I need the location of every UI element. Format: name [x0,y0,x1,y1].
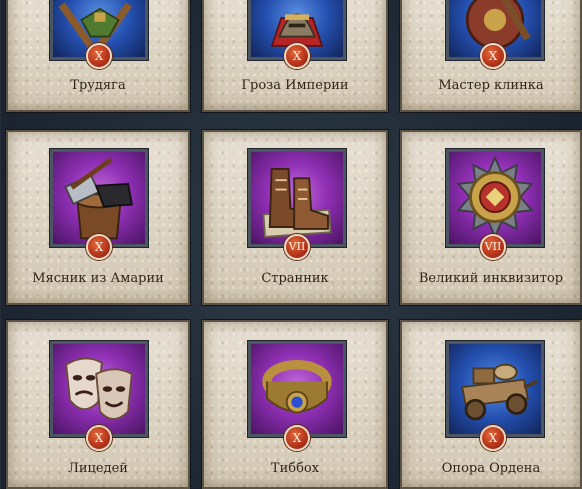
spiked-seal-icon [456,155,534,239]
achievement-card-groza-imperii[interactable]: X Гроза Империи [202,0,388,112]
butcher-block-icon [64,157,133,240]
achievement-card-strannik[interactable]: VII Странник [202,130,388,305]
achievement-name: Тиббох [270,461,320,476]
achievement-icon-frame [247,340,347,438]
achievement-name: Мясник из Амарии [32,271,164,286]
rank-badge: X [284,425,310,451]
rank-badge: X [86,234,112,260]
achievement-name: Странник [261,271,329,286]
achievement-card-master-klinka[interactable]: X Мастер клинка [400,0,582,112]
achievement-name: Великий инквизитор [418,271,564,286]
achievement-name: Трудяга [70,78,126,93]
achievement-card-velikiy-inkvizitor[interactable]: VII Великий инквизитор [400,130,582,305]
theater-masks-icon [65,357,133,420]
ring-icon [262,359,332,414]
achievement-card-tibboh[interactable]: X Тиббох [202,320,388,489]
achievement-icon-frame [445,340,545,438]
boots-icon [262,167,332,238]
supply-cart-icon [461,363,538,421]
achievement-name: Мастер клинка [438,78,544,93]
achievement-icon-frame [445,148,545,248]
achievement-card-trudyaga[interactable]: X Трудяга [6,0,190,112]
rank-badge: VII [284,234,310,260]
rank-badge: X [480,43,506,69]
achievement-card-opora-ordena[interactable]: X Опора Ордена [400,320,582,489]
achievement-icon-frame [49,340,149,438]
achievements-panel: X Трудяга X Гроза Империи X Мастер клинк… [0,0,582,489]
achievement-name: Опора Ордена [441,461,541,476]
achievement-icon-frame [247,148,347,248]
rank-badge: X [284,43,310,69]
achievement-name: Гроза Империи [241,78,349,93]
achievement-card-litsedey[interactable]: X Лицедей [6,320,190,489]
achievement-icon-frame [49,148,149,248]
rank-badge: X [86,43,112,69]
rank-badge: X [86,425,112,451]
achievement-name: Лицедей [68,461,128,476]
achievement-card-myasnik[interactable]: X Мясник из Амарии [6,130,190,305]
rank-badge: X [480,425,506,451]
rank-badge: VII [480,234,506,260]
